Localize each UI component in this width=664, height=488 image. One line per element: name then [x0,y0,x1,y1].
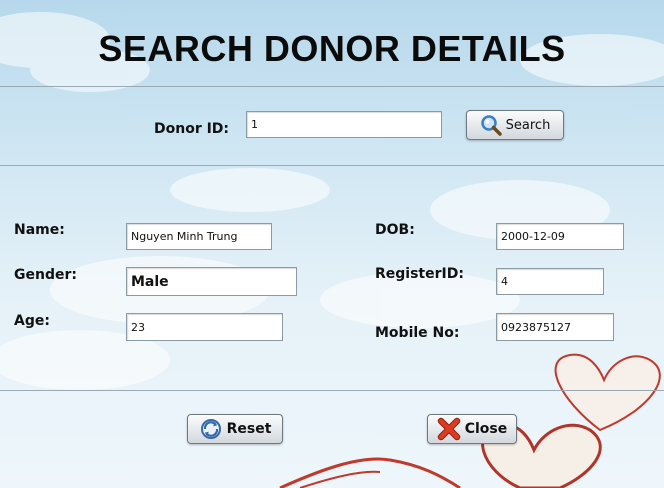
refresh-icon [200,419,221,439]
reset-button-label: Reset [226,421,272,437]
search-button-label: Search [505,117,551,133]
donor-id-input[interactable]: 1 [246,111,442,138]
age-field[interactable]: 23 [126,313,283,341]
bottom-divider [0,390,664,391]
name-label: Name: [14,222,65,238]
registerid-field[interactable]: 4 [496,268,604,295]
close-button[interactable]: Close [427,414,517,444]
mobile-label: Mobile No: [375,325,460,341]
gender-field[interactable]: Male [126,267,297,296]
close-x-icon [437,417,460,441]
registerid-label: RegisterID: [375,266,464,282]
age-label: Age: [14,313,50,329]
search-button[interactable]: Search [466,110,564,140]
top-divider [0,86,664,87]
dob-label: DOB: [375,222,415,238]
mobile-field[interactable]: 0923875127 [496,313,614,341]
close-button-label: Close [464,421,508,437]
reset-button[interactable]: Reset [187,414,283,444]
gender-label: Gender: [14,267,77,283]
search-divider [0,165,664,166]
dob-field[interactable]: 2000-12-09 [496,223,624,250]
page-title: SEARCH DONOR DETAILS [98,28,566,69]
name-field[interactable]: Nguyen Minh Trung [126,223,272,250]
donor-id-label: Donor ID: [154,121,230,137]
search-donor-window: SEARCH DONOR DETAILS Donor ID: 1 Search … [0,0,664,488]
magnifier-icon [480,115,502,136]
